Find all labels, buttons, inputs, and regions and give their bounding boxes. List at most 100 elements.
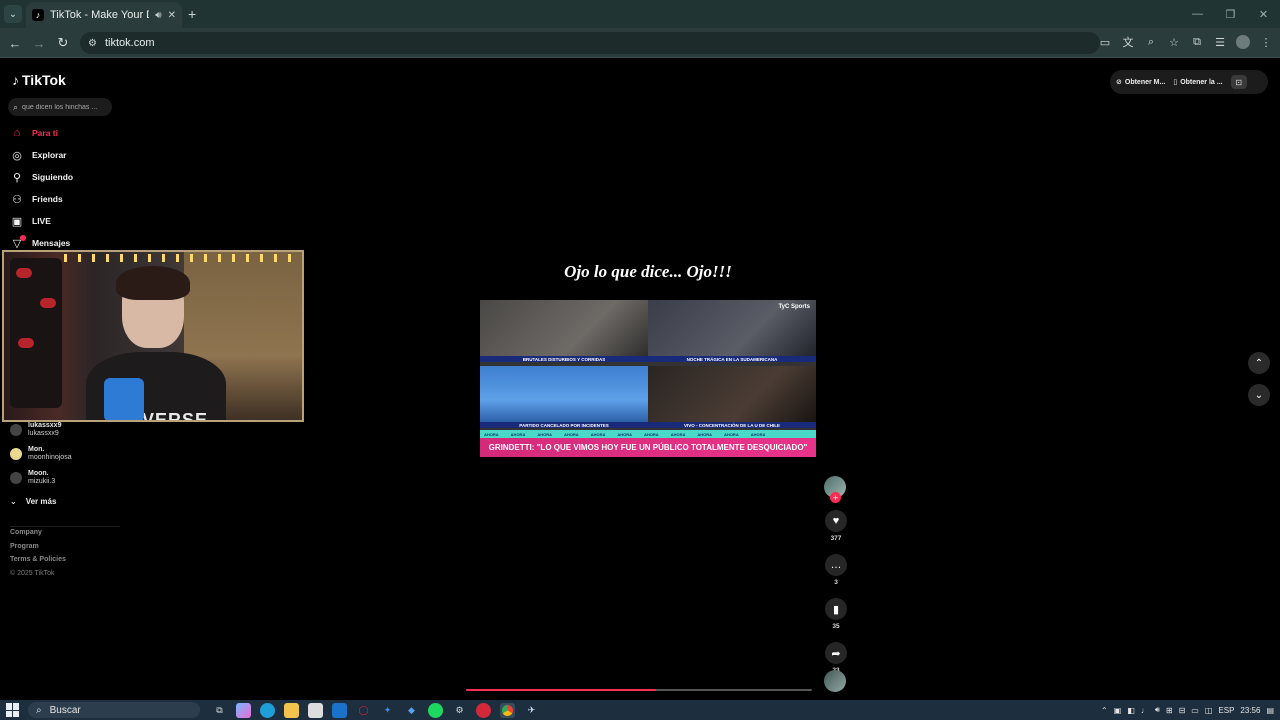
windows-start-icon[interactable]: [6, 703, 20, 717]
search-input[interactable]: [22, 103, 107, 111]
copyright: © 2025 TikTok: [10, 569, 55, 577]
app-icon[interactable]: ◆: [404, 703, 419, 718]
scroll-up-chevron-icon[interactable]: ⌃: [1248, 352, 1270, 374]
video-panel-3: [480, 366, 648, 428]
creator-avatar[interactable]: +: [824, 476, 846, 503]
search-box[interactable]: ⌕: [8, 98, 112, 116]
share-arrow-icon[interactable]: ➦: [825, 642, 847, 664]
video-player[interactable]: Ojo lo que dice... Ojo!!! TyC Sports BRU…: [480, 258, 816, 494]
tray-app-icon[interactable]: ▣: [1114, 706, 1122, 715]
outlook-icon[interactable]: [332, 702, 347, 718]
scroll-down-chevron-icon[interactable]: ⌄: [1248, 384, 1270, 406]
chrome-icon[interactable]: [500, 702, 515, 718]
inbox-icon[interactable]: ⊡: [1230, 75, 1247, 89]
minimize-icon[interactable]: —: [1181, 0, 1214, 28]
comment-action[interactable]: … 3: [824, 554, 848, 586]
get-mobile-app-button[interactable]: ▯ Obtener la ...: [1173, 78, 1222, 87]
network-icon[interactable]: ◫: [1205, 706, 1213, 715]
task-view-icon[interactable]: ⧉: [212, 703, 227, 718]
heart-icon[interactable]: ♥: [825, 510, 847, 532]
ticker-item: AHORA: [590, 431, 606, 437]
nav-label: Friends: [32, 194, 63, 204]
video-frame[interactable]: TyC Sports BRUTALES DISTURBIOS Y CORRIDA…: [480, 300, 816, 457]
volume-icon[interactable]: 🔊︎: [1155, 705, 1160, 715]
footer-link-program[interactable]: Program: [10, 543, 120, 557]
address-bar[interactable]: ⚙︎ tiktok.com: [80, 32, 1100, 54]
channel-logo: TyC Sports: [778, 304, 810, 310]
notifications-icon[interactable]: ▤: [1266, 706, 1274, 715]
tray-chevron-up-icon[interactable]: ⌃: [1101, 706, 1108, 715]
browser-tab[interactable]: ♪ TikTok - Make Your Day 🔊︎ ✕: [26, 2, 182, 28]
bookmark-star-icon[interactable]: ☆: [1166, 33, 1182, 51]
vscode-icon[interactable]: ✦: [380, 703, 395, 718]
forward-arrow-icon[interactable]: →: [30, 34, 48, 52]
tab-list-chevron-icon[interactable]: ⌄: [4, 5, 22, 23]
tray-camera-icon[interactable]: ◧: [1127, 706, 1135, 715]
footer-link-company[interactable]: Company: [10, 529, 120, 543]
news-ticker: AHORA AHORA AHORA AHORA AHORA AHORA AHOR…: [480, 430, 816, 438]
save-action[interactable]: ▮ 35: [824, 598, 848, 630]
phone-icon: ▯: [1173, 79, 1178, 86]
panel-label: NOCHE TRÁGICA EN LA SUDAMERICANA: [648, 356, 816, 362]
store-icon[interactable]: [308, 702, 323, 718]
get-app-button[interactable]: ⊘ Obtener M...: [1116, 78, 1165, 87]
settings-gear-icon[interactable]: ⚙︎: [452, 703, 467, 718]
cast-icon[interactable]: ▭: [1097, 33, 1113, 51]
tray-icon[interactable]: ⊞: [1166, 706, 1173, 715]
language-indicator[interactable]: ESP: [1218, 706, 1234, 715]
person-follow-icon: ⚲: [12, 171, 22, 184]
list-item[interactable]: Mon. moonhinojosa: [10, 442, 120, 466]
sidebar-item-para-ti[interactable]: ⌂ Para ti: [10, 122, 120, 144]
site-info-icon[interactable]: ⚙︎: [88, 38, 97, 49]
nav-label: Para ti: [32, 128, 58, 138]
see-more-label: Ver más: [25, 496, 57, 506]
microphone-icon[interactable]: ♩: [1141, 706, 1149, 715]
spotify-icon[interactable]: [428, 702, 443, 718]
hanging-jacket: [10, 258, 62, 408]
copilot-icon[interactable]: [236, 702, 251, 718]
tab-search-icon[interactable]: ☰: [1212, 33, 1228, 51]
speaker-icon[interactable]: 🔊︎: [155, 10, 161, 21]
sidebar-item-siguiendo[interactable]: ⚲ Siguiendo: [10, 166, 120, 188]
list-item[interactable]: Moon. mizukii.3: [10, 466, 120, 490]
account-handle: moonhinojosa: [28, 454, 72, 461]
sidebar-item-live[interactable]: ▣ LIVE: [10, 210, 120, 232]
translate-icon[interactable]: 文: [1120, 33, 1136, 51]
tiktok-logo[interactable]: ♪ TikTok: [12, 72, 66, 88]
video-progress-bar[interactable]: [466, 689, 812, 691]
see-more-button[interactable]: ⌄ Ver más: [10, 494, 120, 508]
follow-plus-icon[interactable]: +: [830, 492, 841, 503]
comment-icon[interactable]: …: [825, 554, 847, 576]
media-player-icon[interactable]: [476, 702, 491, 718]
tiktok-page: ♪ TikTok ⌕ ⌂ Para ti ◎ Explorar ⚲ Siguie…: [0, 58, 1280, 700]
battery-icon[interactable]: ▭: [1191, 706, 1199, 715]
close-tab-icon[interactable]: ✕: [168, 10, 176, 21]
tray-icon[interactable]: ⊟: [1179, 706, 1186, 715]
steam-icon[interactable]: ✈: [524, 703, 539, 718]
comment-count: 3: [834, 579, 838, 586]
music-disc-avatar[interactable]: [824, 670, 846, 692]
nav-label: Explorar: [32, 150, 67, 160]
opera-icon[interactable]: ◯: [356, 703, 371, 718]
extensions-icon[interactable]: ⧉: [1189, 33, 1205, 51]
ticker-item: AHORA: [697, 431, 713, 437]
restore-icon[interactable]: ❐: [1214, 0, 1247, 28]
zoom-icon[interactable]: ⌕: [1143, 33, 1159, 51]
footer-link-terms[interactable]: Terms & Policies: [10, 556, 120, 570]
panel-label: VIVO - CONCENTRACIÓN DE LA U DE CHILE: [648, 422, 816, 428]
sidebar-item-friends[interactable]: ⚇ Friends: [10, 188, 120, 210]
new-tab-plus-icon[interactable]: +: [188, 6, 196, 22]
close-window-icon[interactable]: ✕: [1247, 0, 1280, 28]
edge-icon[interactable]: [260, 702, 275, 718]
sidebar-item-explorar[interactable]: ◎ Explorar: [10, 144, 120, 166]
taskbar-search[interactable]: ⌕ Buscar: [28, 702, 200, 718]
back-arrow-icon[interactable]: ←: [6, 34, 24, 52]
ticker-item: AHORA: [617, 431, 633, 437]
bookmark-icon[interactable]: ▮: [825, 598, 847, 620]
reload-icon[interactable]: ↻: [54, 34, 72, 52]
more-menu-icon[interactable]: ⋮: [1258, 33, 1274, 51]
profile-avatar-icon[interactable]: [1235, 33, 1251, 51]
file-explorer-icon[interactable]: [284, 702, 299, 718]
clock[interactable]: 23:56: [1240, 706, 1260, 715]
like-action[interactable]: ♥ 377: [824, 510, 848, 542]
